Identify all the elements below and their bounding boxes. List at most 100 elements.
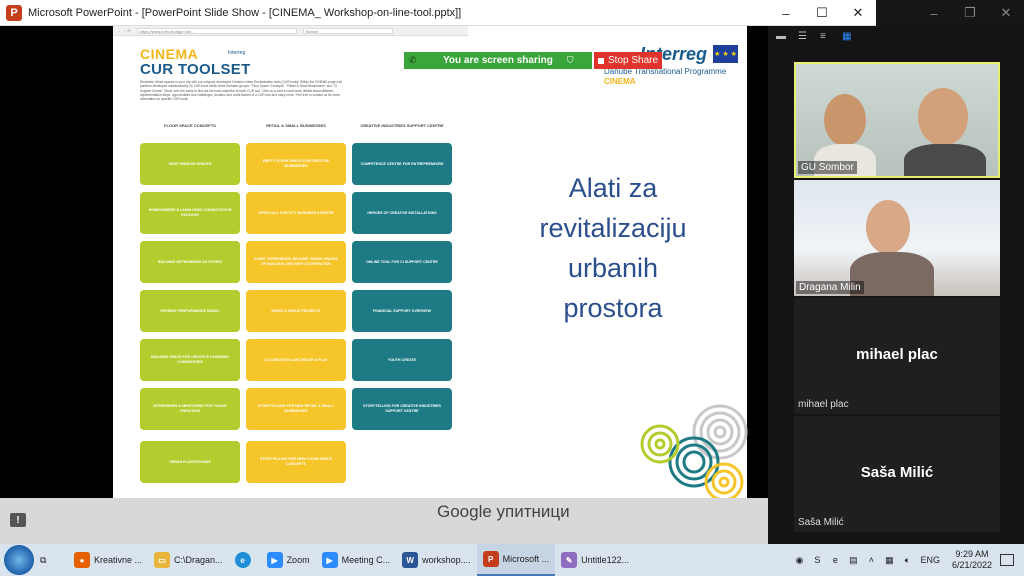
- task-view-icon: ⧉: [40, 554, 47, 565]
- speaker-view-icon[interactable]: ☰: [798, 32, 810, 42]
- clock-date: 6/21/2022: [951, 560, 992, 570]
- taskbar-item-label: Microsoft ...: [502, 554, 550, 564]
- skype-tray-icon[interactable]: S: [811, 554, 823, 566]
- close-button[interactable]: ✕: [840, 0, 876, 26]
- participant-video[interactable]: GU Sombor: [794, 62, 1000, 178]
- cinema-logo: CINEMA: [140, 46, 199, 62]
- phone-icon: ✆: [409, 54, 417, 65]
- embedded-browser-bar: ← → ⟳ https://www.hdm-stuttgart.de/... S…: [113, 26, 468, 36]
- zoom-window-titlebar[interactable]: – ❐ ✕: [876, 0, 1024, 26]
- google-forms-text: Google упитници: [437, 502, 570, 521]
- tool-card[interactable]: URBAN PLAYGROUNDS: [140, 441, 240, 483]
- stop-square-icon: [598, 57, 604, 64]
- taskbar-item-powerpoint[interactable]: P Microsoft ...: [476, 544, 556, 576]
- sharing-text: You are screen sharing: [443, 55, 553, 66]
- minimize-button[interactable]: –: [768, 0, 804, 26]
- shield-icon: ⛉: [566, 55, 574, 65]
- clock-time: 9:29 AM: [955, 549, 989, 559]
- edge-tray-icon[interactable]: e: [829, 554, 841, 566]
- powerpoint-app-icon: P: [6, 4, 22, 21]
- tool-card[interactable]: FINANCIAL SUPPORT OVERVIEW: [352, 290, 452, 332]
- spiral-decoration-icon: [640, 404, 748, 498]
- powerpoint-titlebar[interactable]: P Microsoft PowerPoint - [PowerPoint Sli…: [0, 0, 876, 26]
- participant-tile[interactable]: mihael plac mihael plac: [794, 298, 1000, 414]
- chevron-up-icon[interactable]: ˄: [865, 554, 877, 566]
- zoom-participant-panel: ▬ ☰ ≡ ▦ GU Sombor Dragana Milin mihael p…: [768, 26, 1024, 544]
- tool-card[interactable]: EVENT, EXPERIENCE, BECOME: BRING SPACES …: [246, 241, 346, 283]
- participant-display-name: mihael plac: [856, 346, 938, 363]
- taskbar-item-edge[interactable]: e: [229, 544, 261, 576]
- tool-card[interactable]: HEROES OF CREATIVE INSTALLATIONS: [352, 192, 452, 234]
- tool-card[interactable]: YOUTH CREATE: [352, 339, 452, 381]
- window-title: Microsoft PowerPoint - [PowerPoint Slide…: [28, 6, 462, 19]
- taskbar-item-label: C:\Dragan...: [174, 555, 223, 565]
- maximize-button[interactable]: ☐: [804, 0, 840, 26]
- paint-icon: ✎: [561, 552, 578, 568]
- tool-card[interactable]: EMPTY FLOOR SPACE FOR CREATIVE BUSINESSE…: [246, 143, 346, 185]
- tool-card[interactable]: ONLINE TOOL FOR CI SUPPORT CENTRE: [352, 241, 452, 283]
- tool-card[interactable]: BUILDING NETWORKING ACTIVITIES: [140, 241, 240, 283]
- gallery-view-icon[interactable]: ▦: [842, 32, 854, 42]
- taskbar-item-label: Kreativne ...: [94, 555, 143, 565]
- tool-card[interactable]: SHOP WINDOW GRAVEN: [140, 143, 240, 185]
- tool-card[interactable]: OPEN CALL FOR CITY BUSINESS STARTER: [246, 192, 346, 234]
- participant-name: GU Sombor: [798, 161, 857, 174]
- slideshow-bottom-bar: ! Google упитници: [0, 498, 768, 544]
- start-button[interactable]: [4, 545, 34, 575]
- tool-card[interactable]: BUILDING SPACE FOR CREATIVE LEARNING COM…: [140, 339, 240, 381]
- eu-flag-icon: ★ ★ ★: [713, 45, 738, 63]
- participant-name: Dragana Milin: [796, 281, 864, 294]
- minimize-video-icon[interactable]: ▬: [776, 32, 788, 42]
- stop-share-label: Stop Share: [608, 55, 659, 66]
- taskbar-item-firefox[interactable]: ● Kreativne ...: [68, 544, 148, 576]
- title-line: prostora: [563, 293, 663, 323]
- tool-card[interactable]: STORYTELLING FOR NEW RETAIL & SMALL BUSI…: [246, 388, 346, 430]
- zoom-minimize-button[interactable]: –: [916, 0, 952, 26]
- embedded-search: Search: [302, 27, 393, 34]
- title-line: urbanih: [567, 253, 659, 283]
- taskbar-item-label: Zoom: [286, 555, 310, 565]
- tool-card[interactable]: COMPETENCE CENTRE FOR ENTREPRENEURS: [352, 143, 452, 185]
- tool-card[interactable]: OPENING PERFORMANCE MODEL: [140, 290, 240, 332]
- tool-card[interactable]: CO-CREATION LAB CREATE & PLAY: [246, 339, 346, 381]
- taskbar-item-paint[interactable]: ✎ Untitle122...: [555, 544, 635, 576]
- column-header-floor-space: FLOOR SPACE CONCEPTS: [164, 123, 216, 128]
- participant-tile[interactable]: Saša Milić Saša Milić: [794, 416, 1000, 532]
- taskbar-item-meeting[interactable]: ▶ Meeting C...: [316, 544, 397, 576]
- taskbar-item-label: Untitle122...: [581, 555, 630, 565]
- taskbar-item-workshop[interactable]: W workshop....: [396, 544, 477, 576]
- clock[interactable]: 9:29 AM 6/21/2022: [952, 549, 992, 571]
- tool-card[interactable]: STORYTELLING FOR NEW FLOOR SPACE CONCEPT…: [246, 441, 346, 483]
- intro-text: Revitalize Urban spaces in your city wit…: [140, 80, 342, 102]
- taskbar-item-label: Meeting C...: [341, 555, 391, 565]
- tool-card[interactable]: HOMEOWNERS & LANDLORDS CONSULTATION PACK…: [140, 192, 240, 234]
- slide-title: Alati za revitalizaciju urbanih prostora: [493, 168, 733, 328]
- firefox-icon: ●: [74, 552, 90, 568]
- cur-toolset-logo: CUR TOOLSET: [140, 61, 251, 78]
- participant-video[interactable]: Dragana Milin: [794, 180, 1000, 296]
- task-view-button[interactable]: ⧉: [34, 544, 68, 576]
- tool-card[interactable]: STORYTELLING FOR CREATIVE INDUSTRIES SUP…: [352, 388, 452, 430]
- zoom-meeting-icon: ▶: [321, 552, 338, 568]
- volume-icon[interactable]: 🔈︎: [901, 554, 913, 566]
- tool-card[interactable]: SPACE & SPACE PROJECTS: [246, 290, 346, 332]
- taskbar-item-zoom[interactable]: ▶ Zoom: [261, 544, 316, 576]
- small-interreg-logo: Interreg: [228, 50, 246, 56]
- notification-icon[interactable]: [1000, 554, 1014, 566]
- notes-tray-icon[interactable]: ▤: [847, 554, 859, 566]
- language-indicator[interactable]: ENG: [920, 555, 940, 565]
- nav-arrows-icon: ← → ⟳: [117, 28, 131, 33]
- taskbar-item-explorer[interactable]: ▭ C:\Dragan...: [148, 544, 229, 576]
- comment-icon[interactable]: !: [10, 513, 26, 527]
- zoom-close-button[interactable]: ✕: [988, 0, 1024, 26]
- folder-icon: ▭: [154, 552, 171, 568]
- participant-name: mihael plac: [798, 399, 849, 410]
- strip-view-icon[interactable]: ≡: [820, 32, 832, 42]
- system-tray: ◉ S e ▤ ˄ ▦ 🔈︎ ENG 9:29 AM 6/21/2022: [790, 544, 1024, 576]
- stop-share-button[interactable]: Stop Share: [594, 52, 662, 69]
- zoom-maximize-button[interactable]: ❐: [952, 0, 988, 26]
- title-line: Alati za: [568, 173, 658, 203]
- network-icon[interactable]: ▦: [883, 554, 895, 566]
- tool-card[interactable]: INTERNSHIPS & MENTORING FOR YOUNG CREATI…: [140, 388, 240, 430]
- zoom-tray-icon[interactable]: ◉: [793, 554, 805, 566]
